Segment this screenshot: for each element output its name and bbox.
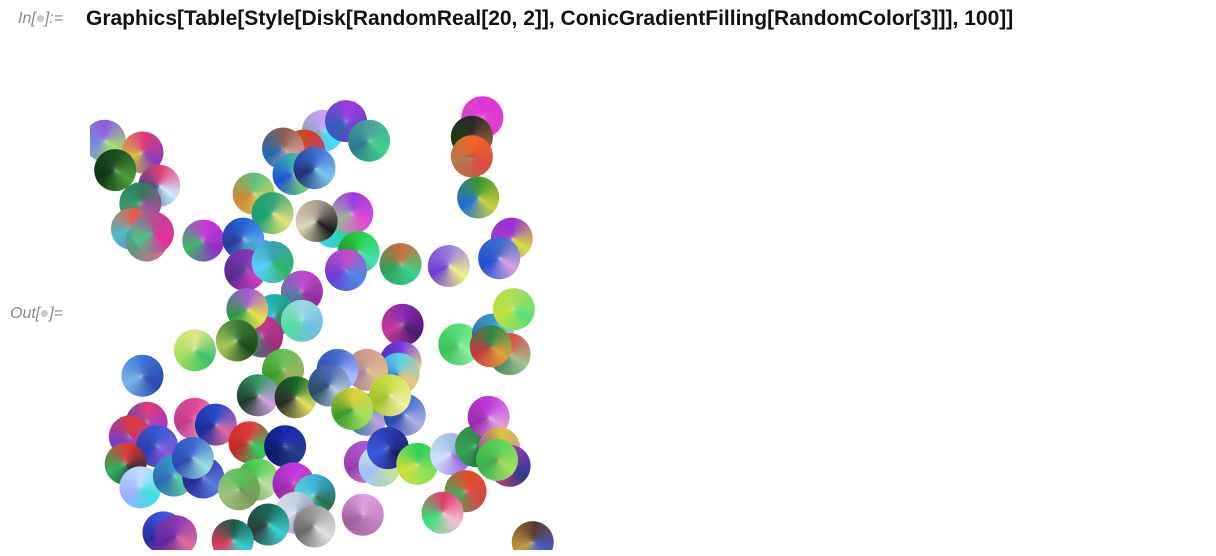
output-label-suffix: ]= [49, 305, 64, 322]
disk [247, 503, 290, 546]
disk [369, 374, 412, 417]
disk [450, 135, 493, 178]
disk [217, 468, 260, 511]
disk [171, 436, 214, 479]
disk [381, 303, 424, 346]
output-label-prefix: Out[ [10, 305, 41, 322]
disk [173, 329, 216, 372]
disk [280, 299, 323, 342]
disk [295, 200, 338, 242]
input-label-suffix: ]:= [44, 10, 64, 27]
disks-canvas [90, 96, 554, 550]
output-cell-label: Out[ ]= [10, 305, 63, 323]
disk [331, 388, 374, 430]
disk [228, 421, 271, 464]
disk [341, 493, 384, 536]
disk [331, 192, 374, 235]
disk [421, 491, 464, 534]
disk [511, 521, 554, 550]
disk [236, 374, 279, 417]
disk [182, 219, 225, 262]
disk [427, 245, 470, 288]
disk [379, 243, 422, 286]
disk [131, 211, 174, 254]
disk [469, 325, 512, 368]
disk [264, 425, 307, 468]
disk [121, 354, 164, 397]
disk [215, 319, 258, 362]
disk [293, 147, 336, 190]
input-code[interactable]: Graphics[Table[Style[Disk[RandomReal[20,… [86, 7, 1013, 31]
disk [348, 119, 391, 162]
disk [492, 288, 535, 331]
disk [94, 149, 137, 192]
disk [476, 438, 519, 481]
input-label-prefix: In[ [18, 10, 36, 27]
disk [325, 248, 367, 291]
disk [293, 505, 336, 548]
disk [478, 237, 521, 280]
cell-number-placeholder-icon [41, 310, 49, 318]
disk [457, 176, 500, 219]
input-cell-label: In[ ]:= [18, 10, 63, 28]
cell-number-placeholder-icon [36, 15, 44, 23]
output-graphic[interactable] [90, 80, 560, 550]
disk [211, 519, 254, 550]
